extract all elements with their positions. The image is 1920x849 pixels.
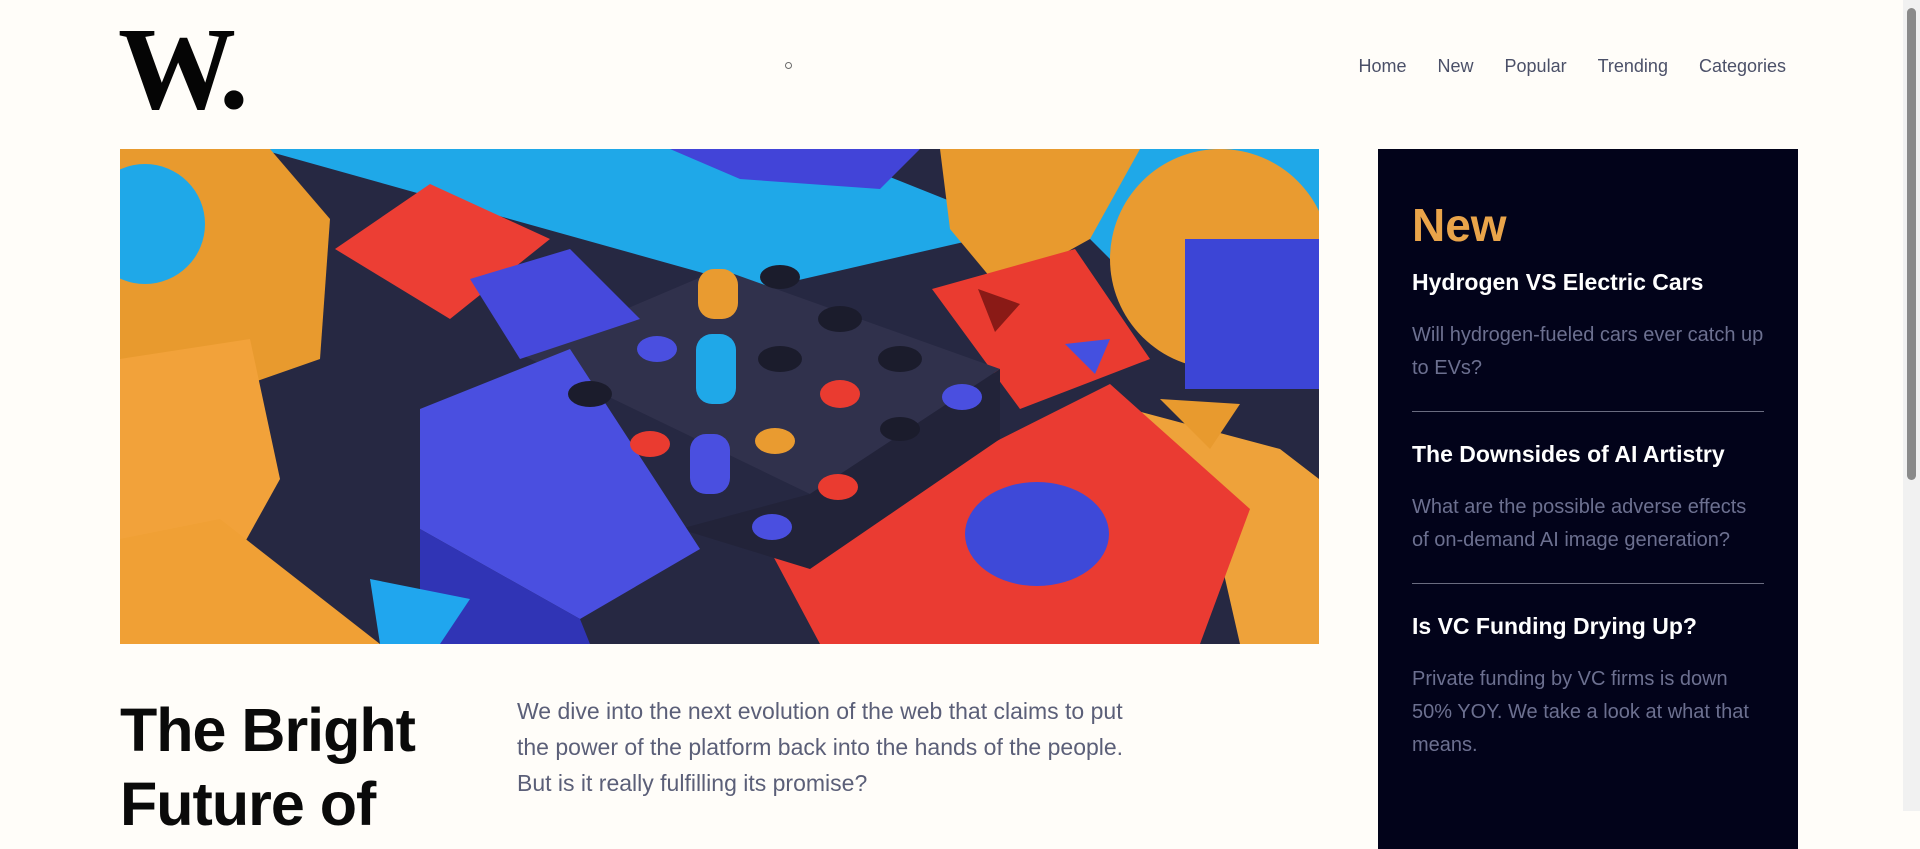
sidebar-article[interactable]: Hydrogen VS Electric Cars Will hydrogen-… [1412, 267, 1764, 412]
sidebar-article-title[interactable]: The Downsides of AI Artistry [1412, 439, 1764, 469]
top-navigation: Home New Popular Trending Categories [1359, 56, 1787, 77]
scrollbar-thumb[interactable] [1907, 8, 1916, 480]
nav-link-popular[interactable]: Popular [1505, 56, 1567, 77]
sidebar-article-description: Private funding by VC firms is down 50% … [1412, 668, 1749, 756]
nav-link-home[interactable]: Home [1359, 56, 1407, 77]
dot-icon [785, 62, 792, 69]
sidebar-article-description: What are the possible adverse effects of… [1412, 496, 1747, 551]
article-summary: We dive into the next evolution of the w… [517, 698, 1124, 796]
nav-link-categories[interactable]: Categories [1699, 56, 1786, 77]
sidebar-article[interactable]: The Downsides of AI Artistry What are th… [1412, 439, 1764, 584]
sidebar-article-title[interactable]: Is VC Funding Drying Up? [1412, 611, 1764, 641]
sidebar-article-title[interactable]: Hydrogen VS Electric Cars [1412, 267, 1764, 297]
page-scrollbar[interactable] [1903, 0, 1920, 811]
new-articles-sidebar: New Hydrogen VS Electric Cars Will hydro… [1378, 149, 1798, 849]
sidebar-title: New [1412, 199, 1507, 251]
sidebar-article[interactable]: Is VC Funding Drying Up? Private funding… [1412, 611, 1764, 788]
article-headline[interactable]: The Bright Future of [120, 693, 480, 841]
nav-link-trending[interactable]: Trending [1598, 56, 1668, 77]
site-logo[interactable]: W. [118, 10, 249, 128]
hero-illustration [120, 149, 1319, 644]
sidebar-article-description: Will hydrogen-fueled cars ever catch up … [1412, 324, 1764, 379]
nav-link-new[interactable]: New [1438, 56, 1474, 77]
hero-image [120, 149, 1319, 644]
